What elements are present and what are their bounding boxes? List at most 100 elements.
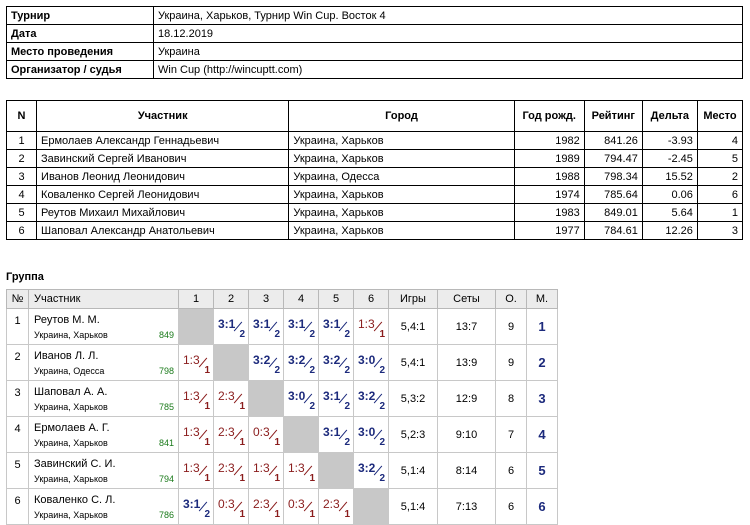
participant-name: Ермолаев Александр Геннадьевич (36, 131, 290, 150)
group-games: 5,4:1 (388, 344, 438, 381)
match-result-cell: 3:1 2 (283, 308, 319, 345)
group-header: № Участник 1 2 3 4 5 6 Игры Сеты О. М. (6, 289, 558, 309)
participant-place: 1 (696, 203, 744, 222)
table-row: 1 Ермолаев Александр Геннадьевич Украина, … (5, 131, 744, 150)
participant-delta: -3.93 (641, 131, 698, 150)
match-result-cell: 2:3 1 (213, 452, 249, 489)
match-score: 2:3 (218, 424, 235, 439)
match-points: 2 (344, 400, 350, 412)
participant-year: 1982 (513, 131, 585, 150)
match-result-cell: 1:3 1 (178, 452, 214, 489)
player-city: Украина, Харьков (34, 329, 108, 340)
match-points: 2 (379, 436, 385, 448)
participant-name: Реутов Михаил Михайлович (36, 203, 290, 222)
player-cell: Завинский С. И. Украина, Харьков 794 (29, 457, 178, 485)
match-result-cell: 1:3 1 (178, 344, 214, 381)
match-score: 0:3 (253, 424, 270, 439)
group-row: 4 Ермолаев А. Г. Украина, Харьков 841 1:3 1 2:… (6, 416, 558, 453)
participant-rating: 849.01 (583, 203, 643, 222)
match-score: 1:3 (358, 316, 375, 331)
participant-year: 1989 (513, 149, 585, 168)
match-result: 3:2 2 (354, 457, 388, 485)
col-header: 3 (248, 289, 284, 309)
match-result-cell: 3:1 2 (318, 416, 354, 453)
participant-delta: -2.45 (641, 149, 698, 168)
match-points: 2 (379, 472, 385, 484)
match-score: 1:3 (183, 460, 200, 475)
match-score: 3:2 (288, 352, 306, 367)
group-number: 4 (6, 416, 29, 453)
match-result-cell: 3:2 2 (353, 380, 389, 417)
match-points: 1 (309, 472, 315, 484)
group-row: 1 Реутов М. М. Украина, Харьков 849 3:1 2 3:1 2… (6, 308, 558, 345)
match-points: 1 (239, 472, 245, 484)
info-row: Организатор / судья Win Cup (http://winc… (6, 60, 743, 79)
match-result-cell: 3:2 2 (248, 344, 284, 381)
group-sets: 8:14 (437, 452, 496, 489)
participant-name: Иванов Леонид Леонидович (36, 167, 290, 186)
group-player: Шаповал А. А. Украина, Харьков 785 (28, 380, 179, 417)
match-result: 1:3 1 (249, 457, 283, 485)
participant-city: Украина, Харьков (288, 185, 515, 204)
match-score: 1:3 (288, 460, 305, 475)
participant-name: Коваленко Сергей Леонидович (36, 185, 290, 204)
group-player: Ермолаев А. Г. Украина, Харьков 841 (28, 416, 179, 453)
match-result: 0:3 1 (249, 421, 283, 449)
player-cell: Ермолаев А. Г. Украина, Харьков 841 (29, 421, 178, 449)
match-points: 1 (274, 472, 280, 484)
match-result: 3:0 2 (354, 421, 388, 449)
match-score: 1:3 (253, 460, 270, 475)
match-points: 1 (204, 364, 210, 376)
player-city: Украина, Харьков (34, 401, 108, 412)
match-score: 2:3 (218, 460, 235, 475)
participants-table: N Участник Город Год рожд. Рейтинг Дельт… (5, 100, 744, 240)
player-name: Коваленко С. Л. (34, 493, 116, 506)
col-header: 5 (318, 289, 354, 309)
col-header: Год рожд. (513, 100, 585, 132)
group-row: 3 Шаповал А. А. Украина, Харьков 785 1:3 1 2:3… (6, 380, 558, 417)
match-points: 2 (204, 508, 210, 520)
match-points: 2 (379, 364, 385, 376)
match-result-cell: 3:1 2 (318, 308, 354, 345)
match-score: 3:1 (218, 316, 236, 331)
player-rating: 786 (158, 509, 174, 520)
match-score: 3:1 (253, 316, 271, 331)
group-points: 8 (495, 380, 527, 417)
player-rating: 841 (158, 437, 174, 448)
match-result: 3:1 2 (319, 313, 353, 341)
match-result: 1:3 1 (179, 457, 213, 485)
col-header: Участник (36, 100, 290, 132)
match-points: 2 (309, 400, 315, 412)
info-label: Место проведения (6, 42, 154, 61)
match-result: 1:3 1 (179, 349, 213, 377)
participant-year: 1974 (513, 185, 585, 204)
match-result-cell: 3:2 2 (283, 344, 319, 381)
col-header: О. (495, 289, 527, 309)
participant-n: 5 (5, 203, 38, 222)
player-city: Украина, Харьков (34, 473, 108, 484)
info-label: Турнир (6, 6, 154, 25)
info-value: 18.12.2019 (153, 24, 743, 43)
participants-body: 1 Ермолаев Александр Геннадьевич Украина, … (5, 131, 744, 240)
match-score: 2:3 (218, 388, 235, 403)
match-result: 2:3 1 (319, 493, 353, 521)
match-result: 1:3 1 (354, 313, 388, 341)
match-score: 3:2 (253, 352, 271, 367)
group-player: Реутов М. М. Украина, Харьков 849 (28, 308, 179, 345)
col-header: 4 (283, 289, 319, 309)
match-score: 0:3 (288, 496, 305, 511)
info-row: Место проведения Украина (6, 42, 743, 61)
match-points: 2 (274, 364, 280, 376)
self-match-cell (283, 416, 319, 453)
match-result-cell: 1:3 1 (178, 416, 214, 453)
participants-header: N Участник Город Год рожд. Рейтинг Дельт… (5, 100, 744, 132)
player-name: Завинский С. И. (34, 457, 116, 470)
col-header: 6 (353, 289, 389, 309)
participant-place: 2 (696, 167, 744, 186)
match-result: 3:1 2 (179, 493, 213, 521)
match-result: 3:1 2 (214, 313, 248, 341)
match-result-cell: 3:1 2 (318, 380, 354, 417)
participant-city: Украина, Одесса (288, 167, 515, 186)
match-points: 2 (379, 400, 385, 412)
match-points: 2 (309, 364, 315, 376)
